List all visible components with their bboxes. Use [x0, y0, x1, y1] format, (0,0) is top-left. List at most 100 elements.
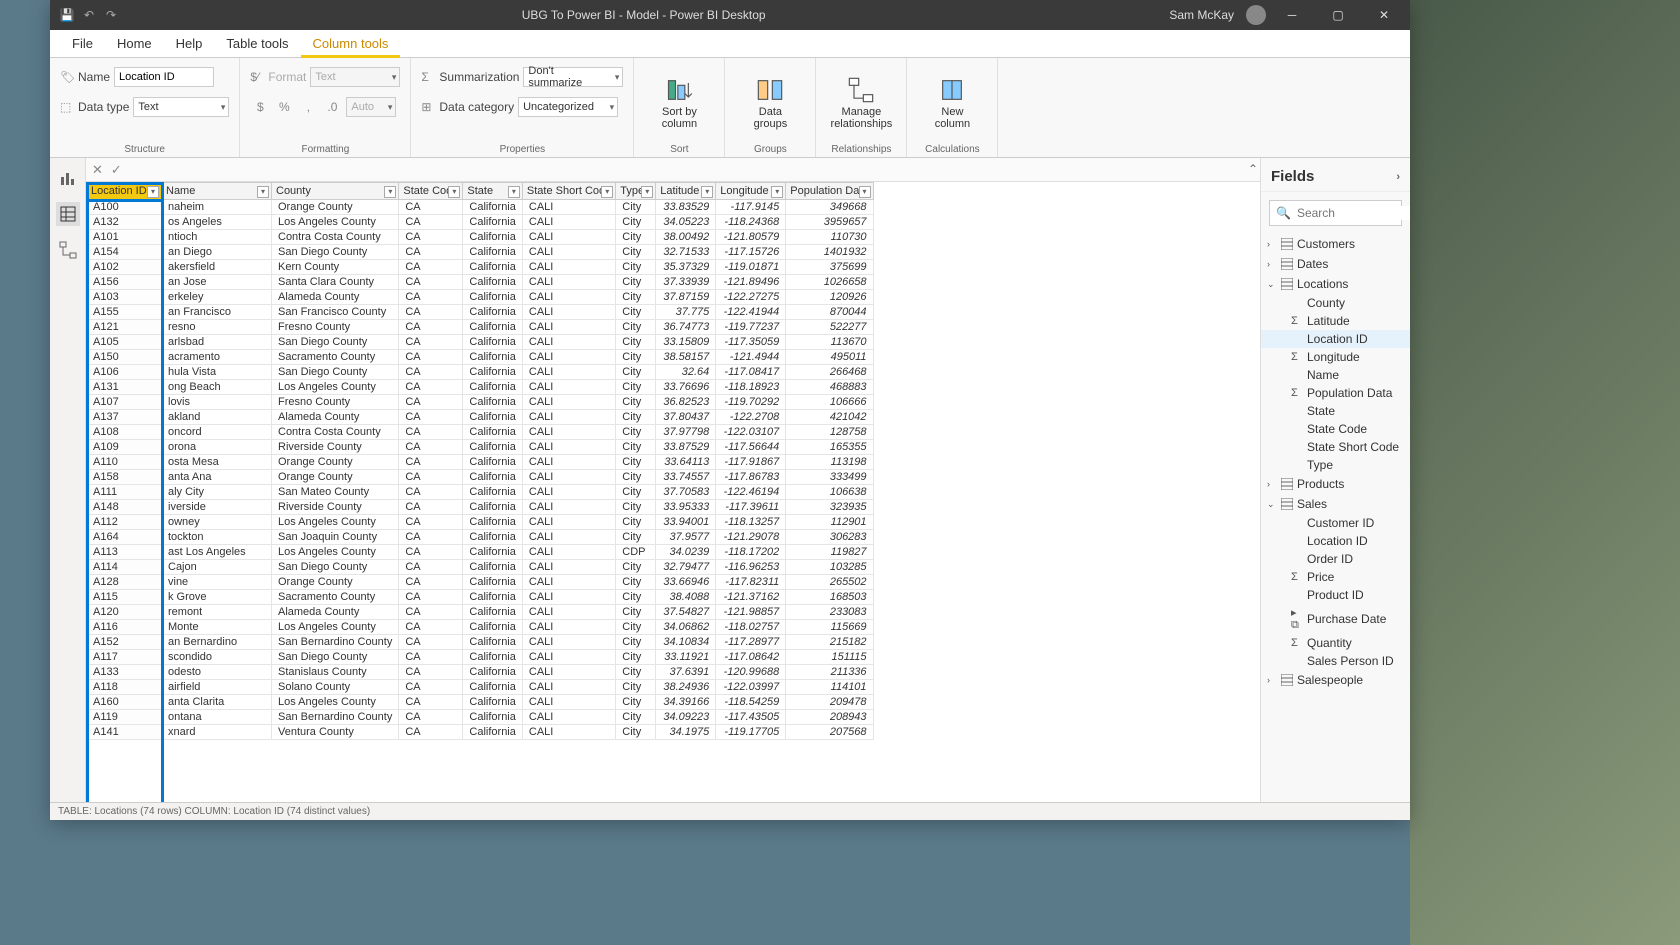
table-cell[interactable]: CALI [522, 440, 615, 455]
table-cell[interactable]: aly City [162, 485, 272, 500]
fields-field[interactable]: Type [1261, 456, 1410, 474]
table-cell[interactable]: California [463, 725, 522, 740]
table-cell[interactable]: CA [399, 560, 463, 575]
table-row[interactable]: A120remontAlameda CountyCACaliforniaCALI… [87, 605, 874, 620]
table-cell[interactable]: CA [399, 440, 463, 455]
table-cell[interactable]: Alameda County [272, 290, 399, 305]
table-cell[interactable]: 468883 [786, 380, 873, 395]
table-cell[interactable]: Sacramento County [272, 590, 399, 605]
table-cell[interactable]: CALI [522, 560, 615, 575]
table-cell[interactable]: A100 [87, 200, 162, 215]
table-cell[interactable]: 1026658 [786, 275, 873, 290]
column-header[interactable]: State▾ [463, 183, 522, 200]
table-cell[interactable]: California [463, 320, 522, 335]
table-cell[interactable]: A112 [87, 515, 162, 530]
table-cell[interactable]: an Francisco [162, 305, 272, 320]
table-cell[interactable]: -116.96253 [716, 560, 786, 575]
table-cell[interactable]: A116 [87, 620, 162, 635]
table-cell[interactable]: ontana [162, 710, 272, 725]
table-cell[interactable]: California [463, 590, 522, 605]
table-row[interactable]: A132os AngelesLos Angeles CountyCACalifo… [87, 215, 874, 230]
table-cell[interactable]: ast Los Angeles [162, 545, 272, 560]
table-cell[interactable]: CA [399, 590, 463, 605]
column-header[interactable]: Longitude▾ [716, 183, 786, 200]
table-cell[interactable]: 165355 [786, 440, 873, 455]
table-cell[interactable]: 37.54827 [656, 605, 716, 620]
table-cell[interactable]: California [463, 530, 522, 545]
table-row[interactable]: A155an FranciscoSan Francisco CountyCACa… [87, 305, 874, 320]
table-cell[interactable]: -119.17705 [716, 725, 786, 740]
table-cell[interactable]: -117.9145 [716, 200, 786, 215]
table-cell[interactable]: CALI [522, 350, 615, 365]
table-cell[interactable]: -122.2708 [716, 410, 786, 425]
table-cell[interactable]: City [616, 455, 656, 470]
table-cell[interactable]: 33.74557 [656, 470, 716, 485]
table-cell[interactable]: 38.58157 [656, 350, 716, 365]
table-cell[interactable]: A164 [87, 530, 162, 545]
table-cell[interactable]: CA [399, 665, 463, 680]
fields-field[interactable]: Location ID [1261, 532, 1410, 550]
table-cell[interactable]: 119827 [786, 545, 873, 560]
table-cell[interactable]: an Diego [162, 245, 272, 260]
table-cell[interactable]: 106638 [786, 485, 873, 500]
table-cell[interactable]: California [463, 245, 522, 260]
table-cell[interactable]: CA [399, 725, 463, 740]
table-cell[interactable]: 33.95333 [656, 500, 716, 515]
table-cell[interactable]: California [463, 305, 522, 320]
table-cell[interactable]: 112901 [786, 515, 873, 530]
table-cell[interactable]: 323935 [786, 500, 873, 515]
table-cell[interactable]: 522277 [786, 320, 873, 335]
table-cell[interactable]: 38.4088 [656, 590, 716, 605]
table-cell[interactable]: CALI [522, 305, 615, 320]
table-cell[interactable]: 37.87159 [656, 290, 716, 305]
table-row[interactable]: A128vineOrange CountyCACaliforniaCALICit… [87, 575, 874, 590]
table-cell[interactable]: A109 [87, 440, 162, 455]
table-cell[interactable]: California [463, 695, 522, 710]
table-cell[interactable]: A117 [87, 650, 162, 665]
undo-icon[interactable]: ↶ [82, 8, 96, 22]
table-cell[interactable]: A156 [87, 275, 162, 290]
table-cell[interactable]: CA [399, 380, 463, 395]
report-view-icon[interactable] [56, 166, 80, 190]
filter-dropdown-icon[interactable]: ▾ [508, 186, 520, 198]
table-row[interactable]: A118airfieldSolano CountyCACaliforniaCAL… [87, 680, 874, 695]
table-cell[interactable]: City [616, 245, 656, 260]
table-cell[interactable]: San Diego County [272, 365, 399, 380]
table-cell[interactable]: -117.08417 [716, 365, 786, 380]
table-cell[interactable]: -117.91867 [716, 455, 786, 470]
table-cell[interactable]: City [616, 710, 656, 725]
new-column-button[interactable]: New column [917, 64, 987, 142]
table-cell[interactable]: anta Clarita [162, 695, 272, 710]
table-cell[interactable]: CALI [522, 695, 615, 710]
filter-dropdown-icon[interactable]: ▾ [859, 186, 871, 198]
table-cell[interactable]: -118.54259 [716, 695, 786, 710]
redo-icon[interactable]: ↷ [104, 8, 118, 22]
table-cell[interactable]: 208943 [786, 710, 873, 725]
table-cell[interactable]: A120 [87, 605, 162, 620]
table-cell[interactable]: -118.24368 [716, 215, 786, 230]
table-cell[interactable]: City [616, 320, 656, 335]
table-cell[interactable]: CALI [522, 395, 615, 410]
table-cell[interactable]: 110730 [786, 230, 873, 245]
table-cell[interactable]: orona [162, 440, 272, 455]
table-cell[interactable]: CA [399, 350, 463, 365]
table-cell[interactable]: CALI [522, 620, 615, 635]
table-cell[interactable]: CA [399, 290, 463, 305]
tab-home[interactable]: Home [105, 30, 164, 58]
table-cell[interactable]: -119.01871 [716, 260, 786, 275]
table-cell[interactable]: CA [399, 215, 463, 230]
fields-table[interactable]: ⌄Locations [1261, 274, 1410, 294]
table-cell[interactable]: CA [399, 230, 463, 245]
table-cell[interactable]: 333499 [786, 470, 873, 485]
table-cell[interactable]: California [463, 635, 522, 650]
table-cell[interactable]: California [463, 275, 522, 290]
table-row[interactable]: A106hula VistaSan Diego CountyCACaliforn… [87, 365, 874, 380]
table-cell[interactable]: -122.41944 [716, 305, 786, 320]
table-cell[interactable]: California [463, 470, 522, 485]
table-cell[interactable]: an Jose [162, 275, 272, 290]
table-cell[interactable]: California [463, 680, 522, 695]
table-cell[interactable]: 37.33939 [656, 275, 716, 290]
table-cell[interactable]: 37.70583 [656, 485, 716, 500]
table-cell[interactable]: Los Angeles County [272, 515, 399, 530]
column-header[interactable]: Population Data▾ [786, 183, 873, 200]
